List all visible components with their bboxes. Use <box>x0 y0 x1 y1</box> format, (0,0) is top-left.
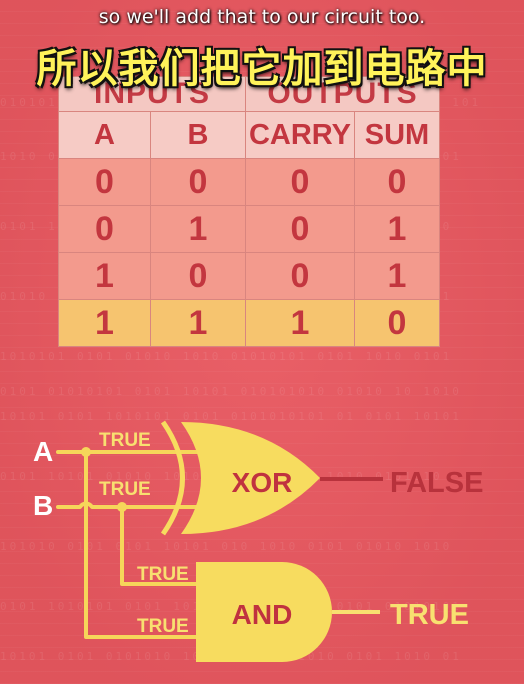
and-gate-label: AND <box>232 599 293 630</box>
and-output-label: TRUE <box>390 599 469 631</box>
subtitle-chinese: 所以我们把它加到电路中 <box>36 46 488 92</box>
half-adder-circuit: XOR AND FALSE TRUE TRUE TRUE TRUE TRUE <box>56 420 483 662</box>
and-gate: AND <box>196 562 332 662</box>
input-b-label: B <box>33 490 54 521</box>
junction-dot <box>81 447 91 457</box>
wire-label-xor-b: TRUE <box>99 479 151 500</box>
xor-gate: XOR <box>160 420 320 536</box>
wire-label-and-a: TRUE <box>137 616 189 637</box>
input-a-label: A <box>33 436 54 467</box>
xor-gate-label: XOR <box>232 467 293 498</box>
wire-label-and-b: TRUE <box>137 564 189 585</box>
wire-label-xor-a: TRUE <box>99 430 151 451</box>
xor-extra-arc <box>160 420 185 536</box>
junction-dot <box>117 502 127 512</box>
xor-output-label: FALSE <box>390 467 483 499</box>
